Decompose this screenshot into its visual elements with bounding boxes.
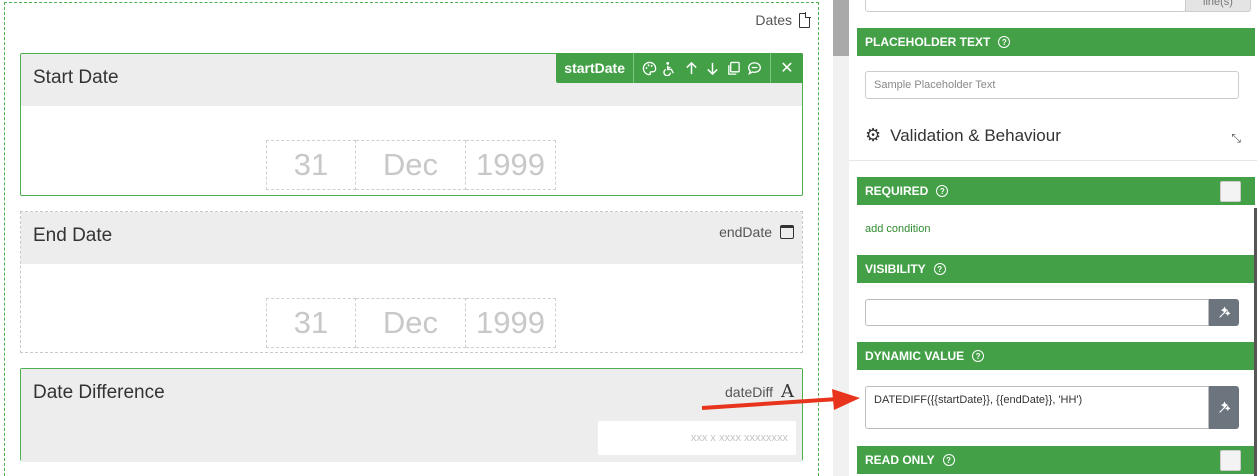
canvas-scrollbar-track[interactable] bbox=[833, 0, 849, 476]
collapse-icon[interactable]: ⤡ bbox=[1231, 131, 1241, 146]
copy-icon[interactable] bbox=[726, 61, 741, 76]
field-key-text: dateDiff bbox=[725, 383, 773, 400]
month-input[interactable]: Dec bbox=[356, 140, 466, 190]
field-key: endDate bbox=[719, 224, 794, 240]
required-checkbox[interactable] bbox=[1220, 181, 1241, 202]
arrow-up-icon[interactable] bbox=[684, 61, 699, 76]
canvas-scrollbar-thumb[interactable] bbox=[833, 0, 849, 56]
end-date-field[interactable]: End Date endDate 31 Dec 1999 bbox=[20, 211, 803, 353]
date-difference-input[interactable]: xxx x xxxx xxxxxxxx bbox=[597, 420, 797, 456]
read-only-label: READ ONLY bbox=[865, 453, 935, 467]
read-only-checkbox[interactable] bbox=[1220, 450, 1241, 471]
validation-section-title[interactable]: ⚙ Validation & Behaviour bbox=[865, 125, 1061, 146]
cogs-icon: ⚙ bbox=[865, 125, 882, 145]
required-bar: REQUIRED ? bbox=[857, 177, 1255, 205]
dynamic-value-textarea[interactable]: DATEDIFF({{startDate}}, {{endDate}}, 'HH… bbox=[865, 386, 1209, 429]
text-field-icon: A bbox=[781, 381, 794, 402]
calendar-icon bbox=[780, 225, 794, 239]
year-input[interactable]: 1999 bbox=[466, 298, 556, 348]
wand-icon bbox=[1218, 306, 1230, 318]
wand-icon bbox=[1218, 401, 1230, 413]
dynamic-value-label: DYNAMIC VALUE bbox=[865, 349, 965, 363]
field-key: dateDiff A bbox=[725, 381, 794, 402]
day-input[interactable]: 31 bbox=[266, 298, 356, 348]
field-toolbar: startDate ✕ bbox=[556, 53, 803, 83]
month-input[interactable]: Dec bbox=[356, 298, 466, 348]
validation-title-text: Validation & Behaviour bbox=[890, 125, 1061, 145]
toolbar-actions bbox=[634, 53, 771, 83]
placeholder-text-bar: PLACEHOLDER TEXT ? bbox=[857, 28, 1255, 56]
placeholder-text-input[interactable]: Sample Placeholder Text bbox=[865, 71, 1239, 99]
lines-input[interactable] bbox=[865, 0, 1186, 12]
group-label[interactable]: Dates bbox=[755, 11, 811, 28]
start-date-field[interactable]: Start Date startDate ✕ 31 Dec 1999 bbox=[20, 53, 803, 196]
help-icon[interactable]: ? bbox=[972, 350, 985, 362]
document-icon bbox=[799, 11, 811, 28]
help-icon[interactable]: ? bbox=[998, 36, 1011, 48]
field-title: Date Difference bbox=[33, 382, 165, 403]
toolbar-field-key: startDate bbox=[556, 53, 634, 83]
field-header: End Date endDate bbox=[21, 212, 802, 264]
group-label-text: Dates bbox=[755, 12, 792, 28]
field-title: End Date bbox=[33, 225, 113, 246]
accessibility-icon[interactable] bbox=[663, 61, 678, 76]
visibility-label: VISIBILITY bbox=[865, 262, 926, 276]
read-only-bar: READ ONLY ? bbox=[857, 446, 1255, 474]
dynamic-value-bar: DYNAMIC VALUE ? bbox=[857, 342, 1255, 370]
lines-addon: line(s) bbox=[1185, 0, 1251, 12]
placeholder-text-label: PLACEHOLDER TEXT bbox=[865, 35, 991, 49]
visibility-wand-button[interactable] bbox=[1209, 299, 1239, 326]
visibility-bar: VISIBILITY ? bbox=[857, 255, 1255, 283]
day-input[interactable]: 31 bbox=[266, 140, 356, 190]
field-key-text: endDate bbox=[719, 224, 772, 240]
close-icon[interactable]: ✕ bbox=[771, 58, 803, 78]
help-icon[interactable]: ? bbox=[936, 185, 949, 197]
date-difference-field[interactable]: Date Difference dateDiff A xxx x xxxx xx… bbox=[20, 368, 803, 462]
required-label: REQUIRED bbox=[865, 184, 929, 198]
palette-icon[interactable] bbox=[642, 61, 657, 76]
form-canvas: Dates Start Date startDate ✕ 31 Dec 1999… bbox=[4, 2, 819, 476]
properties-panel: line(s) PLACEHOLDER TEXT ? Sample Placeh… bbox=[849, 0, 1257, 476]
dynamic-value-wand-button[interactable] bbox=[1209, 386, 1239, 429]
arrow-down-icon[interactable] bbox=[705, 61, 720, 76]
add-condition-link[interactable]: add condition bbox=[865, 223, 930, 235]
date-input: 31 Dec 1999 bbox=[266, 140, 556, 190]
date-input: 31 Dec 1999 bbox=[266, 298, 556, 348]
comment-icon[interactable] bbox=[747, 61, 762, 76]
field-title: Start Date bbox=[33, 67, 119, 88]
visibility-textarea[interactable] bbox=[865, 299, 1209, 326]
divider bbox=[849, 160, 1257, 161]
year-input[interactable]: 1999 bbox=[466, 140, 556, 190]
help-icon[interactable]: ? bbox=[942, 454, 955, 466]
help-icon[interactable]: ? bbox=[933, 263, 946, 275]
